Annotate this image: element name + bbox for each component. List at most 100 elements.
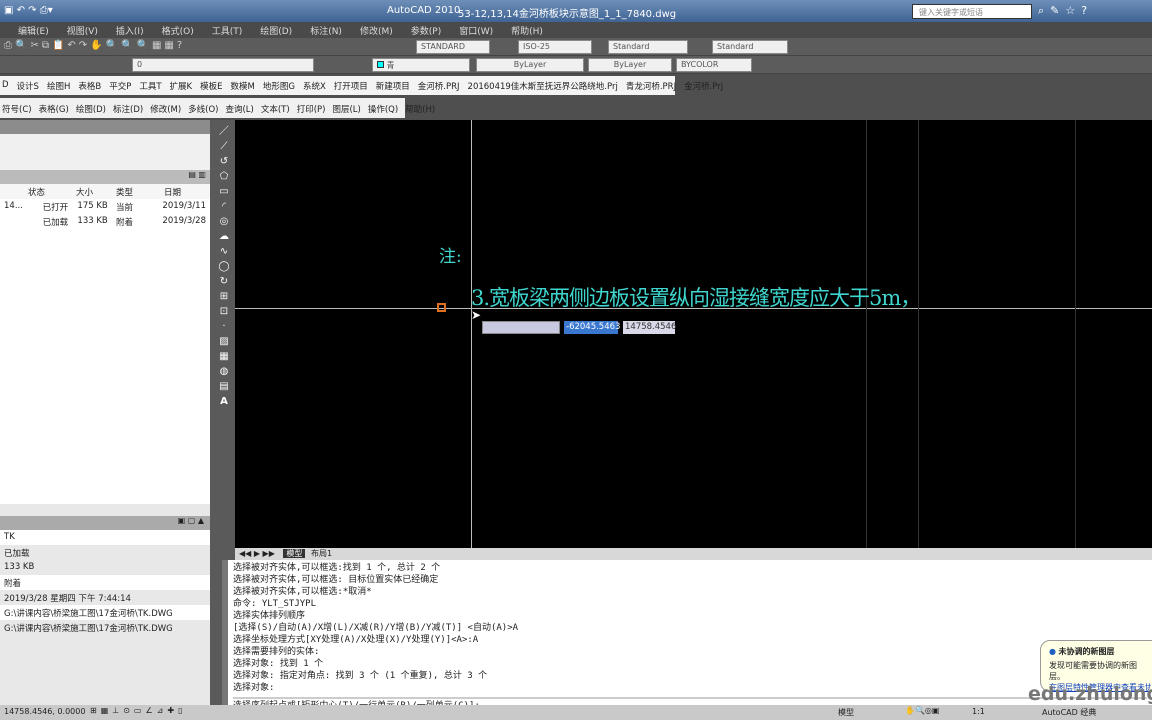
cmenu-item[interactable]: 模板E (200, 80, 222, 92)
cmenu2-item[interactable]: 帮助(H) (405, 103, 435, 115)
detail-saved-path: G:\讲课内容\桥梁施工图\17金河桥\TK.DWG (4, 624, 173, 634)
cmenu-item[interactable]: 系统X (303, 80, 326, 92)
color-select[interactable]: 青 (372, 58, 470, 72)
tab-layout1[interactable]: 布局1 (308, 549, 335, 558)
cmenu2-item[interactable]: 多线(O) (188, 103, 218, 115)
model-button[interactable]: 模型 (838, 707, 854, 718)
cmenu-item[interactable]: 20160419佳木斯至抚远界公路绕地.Prj (468, 80, 618, 92)
cmenu-item[interactable]: 表格B (78, 80, 101, 92)
mleader-style-select[interactable]: Standard (712, 40, 788, 54)
cmenu-item[interactable]: 青龙河桥.PRJ (626, 80, 676, 92)
crosshair-vertical (471, 120, 472, 548)
dynamic-input-box[interactable] (482, 321, 560, 334)
xref-table-header: 状态 大小 类型 日期 (0, 184, 210, 199)
notification-body: 发现可能需要协调的新图层。 (1049, 661, 1137, 681)
nav-icons[interactable]: ✋🔍◎▣ (905, 706, 939, 715)
quick-access-icons[interactable]: ▣ ↶ ↷ ⎙▾ (4, 5, 53, 16)
col-date[interactable]: 日期 (164, 186, 181, 198)
drafting-toggles[interactable]: ⊞▦⊥⊙▭∠⊿✚▯ (90, 706, 186, 715)
y-coordinate-input[interactable]: 14758.4546 (623, 321, 676, 334)
table-row[interactable]: 已加载 133 KB 附着 2019/3/28 (0, 214, 210, 229)
drawing-canvas[interactable]: 注: 3.宽板梁两侧边板设置纵向湿接缝宽度应大于5m， ➤ -62045.546… (235, 120, 1152, 548)
col-status[interactable]: 状态 (28, 186, 76, 198)
tab-model[interactable]: 模型 (283, 549, 306, 558)
cell-date: 2019/3/11 (162, 201, 206, 211)
cmenu2-item[interactable]: 绘图(D) (76, 103, 106, 115)
cmenu-item[interactable]: 设计S (17, 80, 39, 92)
cmenu-item[interactable]: 打开项目 (334, 80, 368, 92)
cmenu2-item[interactable]: 表格(G) (39, 103, 69, 115)
plotstyle-select[interactable]: BYCOLOR (676, 58, 752, 72)
cmenu2-item[interactable]: 文本(T) (261, 103, 290, 115)
table-row[interactable]: 14... 已打开 175 KB 当前 2019/3/11 (0, 199, 210, 214)
status-bar: 14758.4546, 0.0000 ⊞▦⊥⊙▭∠⊿✚▯ 模型 ✋🔍◎▣ 1:1… (0, 705, 1152, 720)
menu-format[interactable]: 格式(O) (162, 24, 194, 38)
layout-tabs: ◀◀ ▶ ▶▶ 模型 布局1 (235, 548, 1152, 560)
cmenu-item[interactable]: 扩展K (170, 80, 193, 92)
cmenu2-item[interactable]: 打印(P) (297, 103, 326, 115)
cmenu-item[interactable]: 地形图G (263, 80, 295, 92)
command-history-line: 命令: YLT_STJYPL (233, 599, 317, 609)
cmenu-item[interactable]: 新建项目 (376, 80, 410, 92)
col-type[interactable]: 类型 (116, 186, 164, 198)
frame-line (918, 120, 919, 548)
menu-edit[interactable]: 编辑(E) (18, 24, 49, 38)
cmenu-item[interactable]: D (2, 80, 9, 91)
workspace-switch[interactable]: AutoCAD 经典 (1042, 707, 1096, 718)
command-window[interactable]: 选择被对齐实体,可以框选:找到 1 个, 总计 2 个 选择被对齐实体,可以框选… (222, 560, 1152, 711)
search-input[interactable]: 键入关键字或短语 (912, 4, 1032, 19)
menu-help[interactable]: 帮助(H) (511, 24, 543, 38)
menu-modify[interactable]: 修改(M) (360, 24, 393, 38)
cmenu2-item[interactable]: 查询(L) (225, 103, 253, 115)
detail-type: 附着 (0, 575, 210, 590)
cmenu-item[interactable]: 工具T (139, 80, 161, 92)
table-style-select[interactable]: Standard (608, 40, 688, 54)
note-text[interactable]: 3.宽板梁两侧边板设置纵向湿接缝宽度应大于5m， (471, 282, 921, 312)
cmenu2-item[interactable]: 标注(D) (113, 103, 143, 115)
cmenu-item[interactable]: 平交P (109, 80, 131, 92)
list-view-buttons[interactable]: ▤ ▥ (0, 170, 210, 184)
command-history-line: 选择对象: (233, 683, 275, 693)
menu-tools[interactable]: 工具(T) (212, 24, 243, 38)
cmenu2-item[interactable]: 图层(L) (332, 103, 360, 115)
cmenu-item[interactable]: 绘图H (47, 80, 70, 92)
frame-line (1075, 120, 1076, 548)
grip-icon[interactable] (437, 303, 446, 312)
cmenu2-item[interactable]: 修改(M) (150, 103, 181, 115)
menu-view[interactable]: 视图(V) (67, 24, 98, 38)
annotation-scale[interactable]: 1:1 (972, 707, 985, 716)
color-swatch-icon (377, 61, 384, 68)
palette-toolbar (0, 134, 210, 170)
detail-date: 2019/3/28 星期四 下午 7:44:14 (4, 594, 131, 604)
lineweight-select[interactable]: ByLayer (588, 58, 672, 72)
cell-name: 14... (4, 201, 23, 211)
tab-nav-arrows[interactable]: ◀◀ ▶ ▶▶ (239, 549, 275, 558)
cmenu-item[interactable]: 金河桥.PRJ (418, 80, 460, 92)
infocenter-icons[interactable]: ⌕✎☆? (1038, 4, 1093, 18)
menu-window[interactable]: 窗口(W) (459, 24, 493, 38)
cmenu-item[interactable]: 数模M (231, 80, 255, 92)
custom-menu: D 设计S 绘图H 表格B 平交P 工具T 扩展K 模板E 数模M 地形图G 系… (0, 76, 723, 95)
command-history-line: 选择需要排列的实体: (233, 647, 320, 657)
col-size[interactable]: 大小 (76, 186, 116, 198)
cell-type: 当前 (116, 203, 134, 213)
menu-draw[interactable]: 绘图(D) (260, 24, 292, 38)
dim-style-select[interactable]: ISO-25 (518, 40, 592, 54)
cell-name (4, 216, 43, 227)
menu-parametric[interactable]: 参数(P) (411, 24, 441, 38)
menu-bar: 编辑(E) 视图(V) 插入(I) 格式(O) 工具(T) 绘图(D) 标注(N… (0, 22, 1152, 38)
command-history-line: 选择对象: 找到 1 个 (233, 659, 324, 669)
menu-dimension[interactable]: 标注(N) (310, 24, 342, 38)
details-header[interactable]: ▣ ▢ ▲ (0, 516, 210, 530)
cmenu2-item[interactable]: 符号(C) (2, 103, 32, 115)
info-icon: ● (1049, 647, 1056, 656)
text-style-select[interactable]: STANDARD (416, 40, 490, 54)
draw-toolbar[interactable]: ／ ⟋ ↺ ⬠ ▭ ◜ ◎ ☁ ∿ ◯ ↻ ⊞ ⊡ · ▨ ▦ ◍ ▤ A (215, 124, 233, 424)
layer-select[interactable]: 0 (132, 58, 314, 72)
x-coordinate-input[interactable]: -62045.5463 (564, 321, 620, 334)
linetype-select[interactable]: ByLayer (476, 58, 584, 72)
menu-insert[interactable]: 插入(I) (116, 24, 144, 38)
command-history-line: 选择被对齐实体,可以框选:*取消* (233, 587, 372, 597)
cmenu-item[interactable]: 金河桥.Prj (684, 80, 723, 92)
cmenu2-item[interactable]: 操作(Q) (368, 103, 398, 115)
